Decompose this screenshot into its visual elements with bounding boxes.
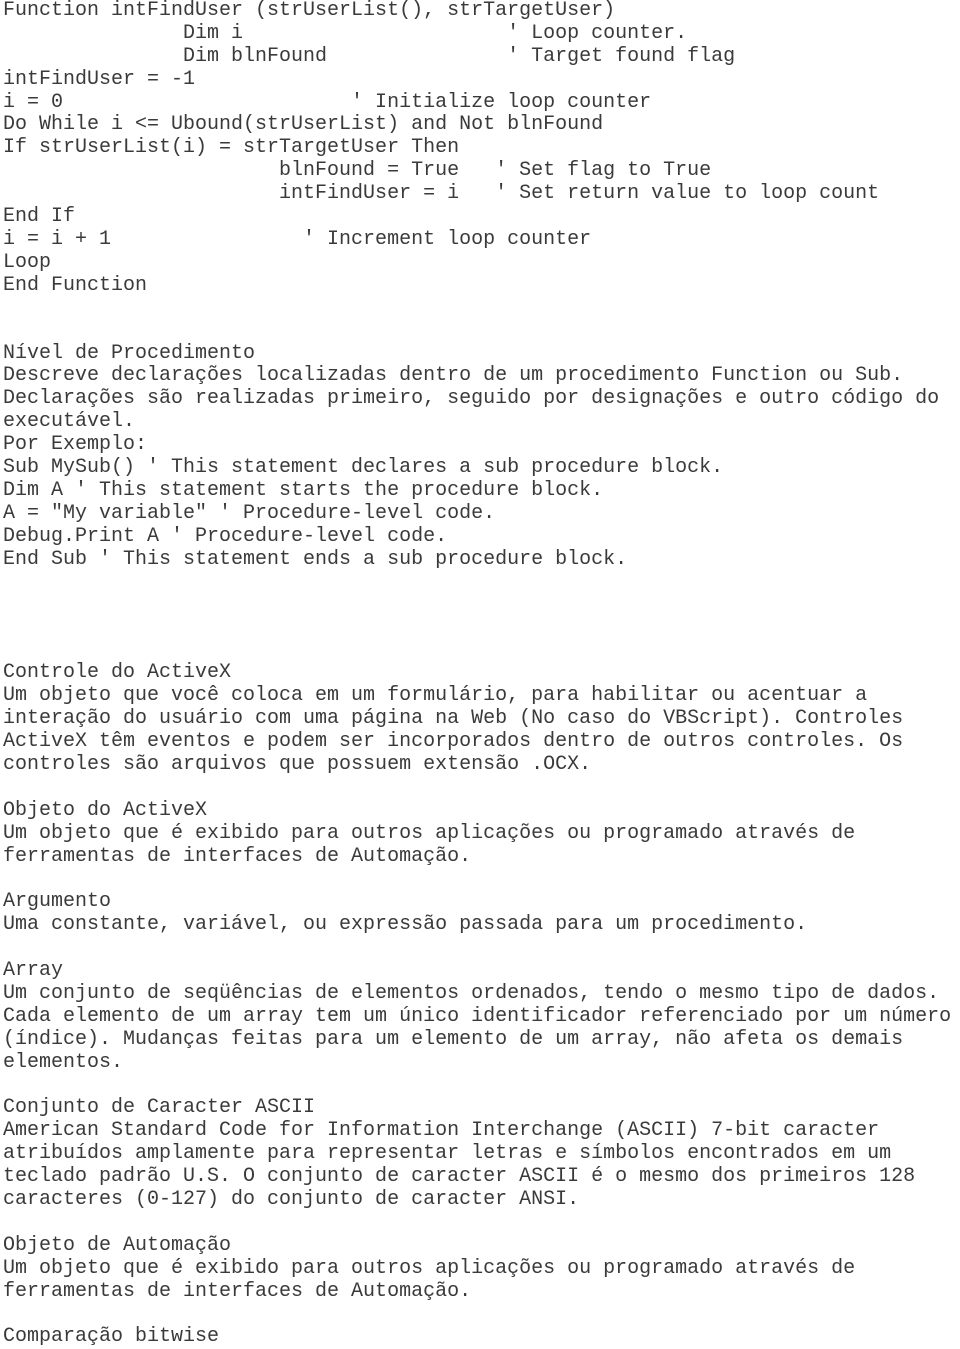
document-page: Function intFindUser (strUserList(), str… xyxy=(0,0,960,1349)
code-line: Function intFindUser (strUserList(), str… xyxy=(3,0,616,22)
code-line: If strUserList(i) = strTargetUser Then xyxy=(3,136,460,160)
code-line: End Function xyxy=(3,273,148,297)
section-line: executável. xyxy=(3,410,136,434)
code-line: Do While i <= Ubound(strUserList) and No… xyxy=(3,113,604,137)
procedure-level-section: Nível de Procedimento Descreve declaraçõ… xyxy=(3,341,960,572)
glossary-definition-line: ferramentas de interfaces de Automação. xyxy=(3,1279,472,1303)
example-code-line: Debug.Print A ' Procedure-level code. xyxy=(3,524,448,548)
glossary-definition-line: controles são arquivos que possuem exten… xyxy=(3,753,592,777)
glossary-definition-line: atribuídos amplamente para representar l… xyxy=(3,1142,892,1166)
example-code-line: Dim A ' This statement starts the proced… xyxy=(3,478,604,502)
example-code-line: End Sub ' This statement ends a sub proc… xyxy=(3,547,628,571)
glossary-definition-line: Um objeto que é exibido para outros apli… xyxy=(3,821,856,845)
glossary-entry-activex-control: Controle do ActiveX Um objeto que você c… xyxy=(3,662,960,776)
code-line: Loop xyxy=(3,250,52,274)
code-line: blnFound = True ' Set flag to True xyxy=(3,159,712,183)
glossary-definition-line: interação do usuário com uma página na W… xyxy=(3,707,904,731)
code-line: i = i + 1 ' Increment loop counter xyxy=(3,227,592,251)
glossary-definition-line: ferramentas de interfaces de Automação. xyxy=(3,844,472,868)
glossary-entry-automation-object: Objeto de Automação Um objeto que é exib… xyxy=(3,1233,960,1304)
section-line: Descreve declarações localizadas dentro … xyxy=(3,364,904,388)
glossary-entry-argument: Argumento Uma constante, variável, ou ex… xyxy=(3,890,960,937)
glossary-definition-line: ActiveX têm eventos e podem ser incorpor… xyxy=(3,730,904,754)
code-block: Function intFindUser (strUserList(), str… xyxy=(3,0,960,298)
section-title: Nível de Procedimento xyxy=(3,341,256,365)
glossary-definition-line: American Standard Code for Information I… xyxy=(3,1119,880,1143)
example-code-line: A = "My variable" ' Procedure-level code… xyxy=(3,501,496,525)
glossary-term: Array xyxy=(3,959,64,983)
glossary-term: Objeto de Automação xyxy=(3,1233,232,1257)
glossary-term: Conjunto de Caracter ASCII xyxy=(3,1096,316,1120)
glossary-definition-line: (índice). Mudanças feitas para um elemen… xyxy=(3,1027,904,1051)
glossary-term: Argumento xyxy=(3,890,112,914)
code-line: End If xyxy=(3,205,76,229)
glossary-term: Comparação bitwise xyxy=(3,1325,220,1349)
glossary-definition-line: Um conjunto de seqüências de elementos o… xyxy=(3,981,940,1005)
glossary-entry-array: Array Um conjunto de seqüências de eleme… xyxy=(3,959,960,1074)
code-line: Dim i ' Loop counter. xyxy=(3,21,688,45)
section-line: Por Exemplo: xyxy=(3,433,148,457)
glossary-definition-line: teclado padrão U.S. O conjunto de caract… xyxy=(3,1165,916,1189)
glossary-entry-activex-object: Objeto do ActiveX Um objeto que é exibid… xyxy=(3,798,960,869)
glossary-definition-line: elementos. xyxy=(3,1050,124,1074)
glossary-definition-line: Cada elemento de um array tem um único i… xyxy=(3,1004,952,1028)
glossary-term: Controle do ActiveX xyxy=(3,661,232,685)
code-line: Dim blnFound ' Target found flag xyxy=(3,44,736,68)
example-code-line: Sub MySub() ' This statement declares a … xyxy=(3,456,724,480)
glossary-definition-line: Um objeto que você coloca em um formulár… xyxy=(3,684,868,708)
glossary-entry-ascii: Conjunto de Caracter ASCII American Stan… xyxy=(3,1097,960,1211)
glossary-definition-line: Uma constante, variável, ou expressão pa… xyxy=(3,913,808,937)
code-line: intFindUser = -1 xyxy=(3,67,196,91)
section-line: Declarações são realizadas primeiro, seg… xyxy=(3,387,940,411)
code-line: intFindUser = i ' Set return value to lo… xyxy=(3,182,880,206)
glossary-definition-line: Um objeto que é exibido para outros apli… xyxy=(3,1256,856,1280)
glossary-definition-line: caracteres (0-127) do conjunto de caract… xyxy=(3,1187,580,1211)
code-line: i = 0 ' Initialize loop counter xyxy=(3,90,652,114)
glossary-term: Objeto do ActiveX xyxy=(3,798,208,822)
glossary-entry-bitwise-comparison: Comparação bitwise xyxy=(3,1325,960,1349)
